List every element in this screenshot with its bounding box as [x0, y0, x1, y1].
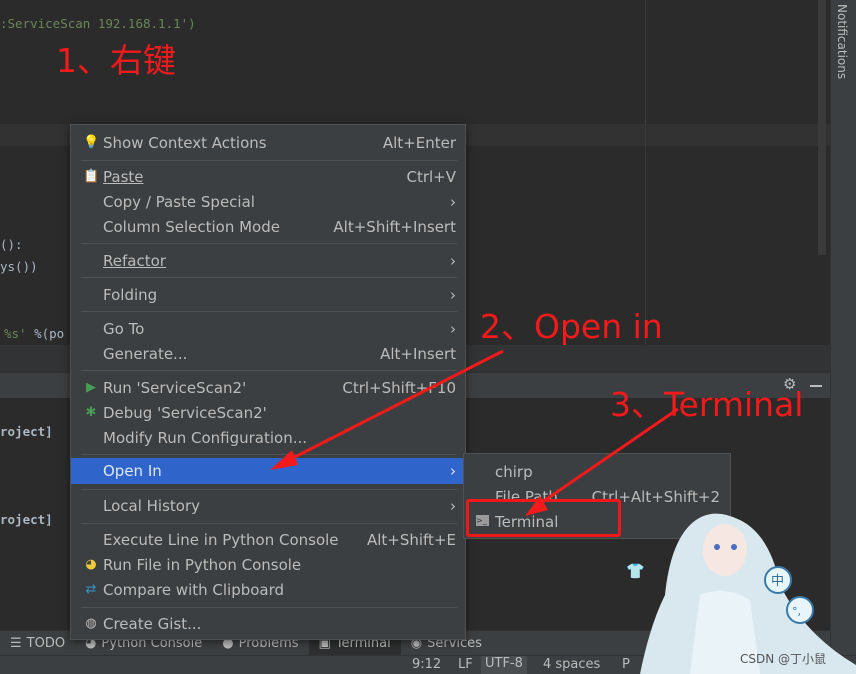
mascot-image: 中 °,	[640, 513, 856, 674]
arrowhead	[270, 450, 298, 470]
arrow-step3	[534, 407, 679, 509]
arrow-step2	[284, 349, 504, 464]
ime-lang-badge[interactable]: 中	[771, 574, 784, 589]
ime-punct-badge[interactable]: °,	[792, 605, 801, 618]
watermark: CSDN @丁小鼠	[740, 652, 827, 666]
skin-icon[interactable]: 👕	[626, 562, 645, 580]
